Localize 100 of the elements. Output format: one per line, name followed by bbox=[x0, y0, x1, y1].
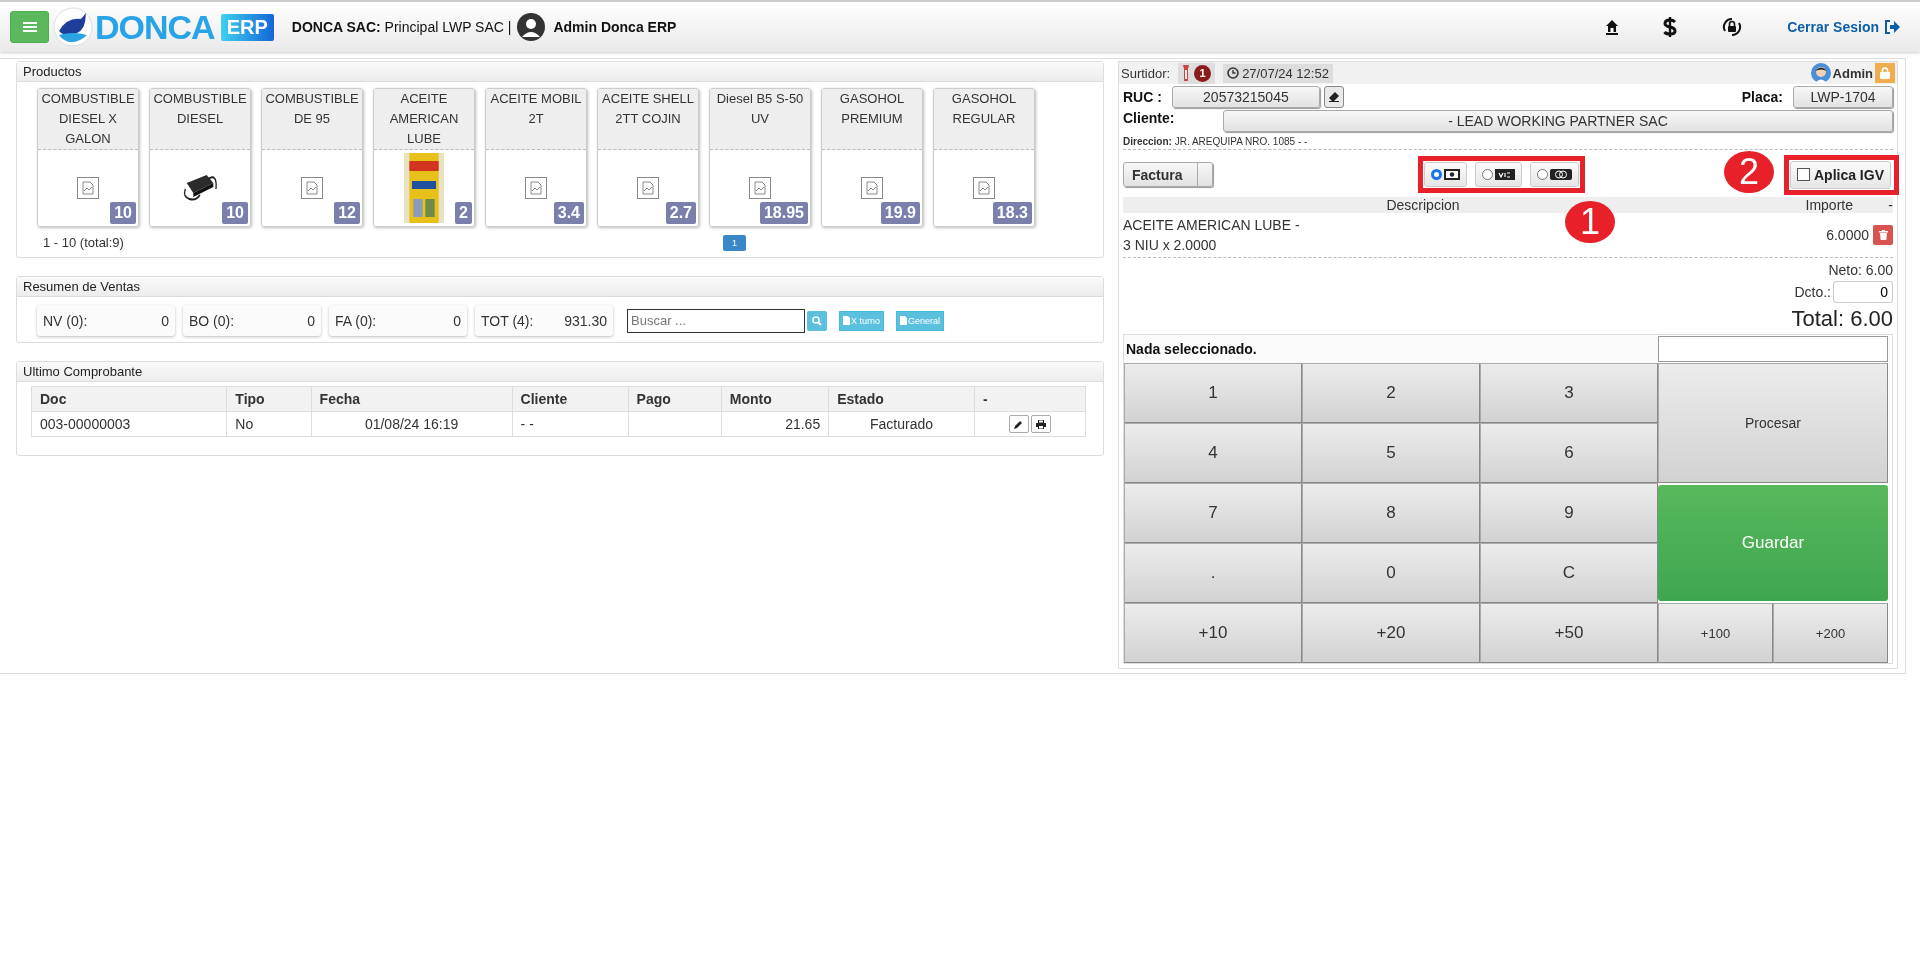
product-card[interactable]: ACEITE SHELL 2TT COJIN 2.7 bbox=[597, 88, 699, 227]
keypad-key[interactable]: . bbox=[1124, 543, 1302, 603]
stat-value: 0 bbox=[161, 312, 169, 329]
radio-button[interactable] bbox=[1537, 169, 1548, 180]
product-name: COMBUSTIBLE DIESEL X GALON bbox=[38, 89, 138, 150]
pencil-icon bbox=[1014, 419, 1024, 429]
checkbox[interactable] bbox=[1796, 168, 1810, 181]
product-name: GASOHOL REGULAR bbox=[934, 89, 1034, 150]
client-field[interactable]: - LEAD WORKING PARTNER SAC bbox=[1223, 110, 1893, 132]
broken-image-icon bbox=[77, 177, 99, 199]
cash-icon bbox=[1444, 169, 1460, 180]
stat-label: FA (0): bbox=[335, 312, 377, 329]
column-header: Estado bbox=[828, 386, 975, 412]
keypad-key[interactable]: 5 bbox=[1302, 423, 1480, 483]
price-badge: 2 bbox=[455, 202, 472, 224]
keypad-key[interactable]: +100 bbox=[1658, 603, 1773, 663]
keypad-key[interactable]: 3 bbox=[1480, 363, 1658, 423]
keypad-key[interactable]: 9 bbox=[1480, 483, 1658, 543]
table-cell: 21.65 bbox=[721, 411, 829, 437]
pump-label: Surtidor: bbox=[1121, 65, 1171, 81]
print-button[interactable] bbox=[1030, 415, 1051, 434]
keypad-key[interactable]: 6 bbox=[1480, 423, 1658, 483]
delete-button[interactable] bbox=[1873, 225, 1893, 245]
selection-status: Nada seleccionado. bbox=[1124, 335, 1658, 363]
price-badge: 10 bbox=[222, 202, 248, 224]
broken-image-icon bbox=[637, 177, 659, 199]
price-badge: 10 bbox=[110, 202, 136, 224]
table-cell: Facturado bbox=[828, 411, 975, 437]
broken-image-icon bbox=[749, 177, 771, 199]
product-name: ACEITE AMERICAN LUBE bbox=[374, 89, 474, 150]
keypad-key[interactable]: +10 bbox=[1124, 603, 1302, 663]
broken-image-icon bbox=[525, 177, 547, 199]
table-cell: - - bbox=[512, 411, 629, 437]
product-card[interactable]: Diesel B5 S-50 UV 18.95 bbox=[709, 88, 811, 227]
menu-button[interactable] bbox=[10, 11, 49, 43]
logout-link[interactable]: Cerrar Sesion bbox=[1787, 19, 1900, 35]
search-field[interactable]: Buscar ... bbox=[627, 308, 805, 333]
user-avatar-icon bbox=[1810, 63, 1831, 83]
clear-button[interactable] bbox=[1323, 86, 1344, 108]
broken-image-icon bbox=[301, 177, 323, 199]
product-card[interactable]: COMBUSTIBLE DIESEL 10 bbox=[149, 88, 251, 227]
process-button[interactable]: Procesar bbox=[1658, 363, 1888, 483]
table-cell: 01/08/24 16:19 bbox=[311, 411, 513, 437]
price-badge: 3.4 bbox=[553, 202, 584, 224]
page-button[interactable]: 1 bbox=[723, 235, 746, 251]
printer-icon bbox=[1035, 419, 1046, 429]
payment-option[interactable] bbox=[1424, 162, 1467, 187]
product-name: ACEITE MOBIL 2T bbox=[486, 89, 586, 150]
stat-label: BO (0): bbox=[189, 312, 235, 329]
pagination-info: 1 - 10 (total:9) bbox=[43, 234, 125, 250]
price-badge: 19.9 bbox=[880, 202, 920, 224]
product-card[interactable]: GASOHOL REGULAR 18.3 bbox=[933, 88, 1035, 227]
sign-out-icon bbox=[1884, 20, 1900, 34]
edit-button[interactable] bbox=[1008, 415, 1029, 434]
keypad-key[interactable]: 1 bbox=[1124, 363, 1302, 423]
keypad-key[interactable]: +20 bbox=[1302, 603, 1480, 663]
keypad-key[interactable]: 2 bbox=[1302, 363, 1480, 423]
address-text: Direccion: JR. AREQUIPA NRO. 1085 - - bbox=[1123, 132, 1893, 150]
keypad-key[interactable]: +200 bbox=[1773, 603, 1888, 663]
radio-button[interactable] bbox=[1431, 169, 1442, 180]
column-header: Cliente bbox=[512, 386, 629, 412]
clock-icon bbox=[1227, 67, 1240, 79]
search-icon bbox=[812, 315, 822, 326]
keypad-key[interactable]: +50 bbox=[1480, 603, 1658, 663]
keypad-key[interactable]: 0 bbox=[1302, 543, 1480, 603]
company-label: DONCA SAC: Principal LWP SAC | bbox=[291, 19, 512, 35]
product-card[interactable]: GASOHOL PREMIUM 19.9 bbox=[821, 88, 923, 227]
keypad-key[interactable]: 4 bbox=[1124, 423, 1302, 483]
product-card[interactable]: ACEITE MOBIL 2T 3.4 bbox=[485, 88, 587, 227]
home-icon[interactable] bbox=[1605, 19, 1620, 35]
product-card[interactable]: COMBUSTIBLE DIESEL X GALON 10 bbox=[37, 88, 139, 227]
column-header: - bbox=[974, 386, 1086, 412]
stat-value: 0 bbox=[307, 312, 315, 329]
discount-label: Dcto.: bbox=[1794, 284, 1831, 300]
ruc-field[interactable]: 20573215045 bbox=[1171, 86, 1320, 108]
keypad-key[interactable]: C bbox=[1480, 543, 1658, 603]
document-icon bbox=[900, 316, 908, 325]
brand-name: DONCA bbox=[95, 7, 215, 47]
pump-nozzle-icon bbox=[1182, 65, 1191, 81]
plate-field[interactable]: LWP-1704 bbox=[1793, 86, 1893, 108]
brand-tag: ERP bbox=[220, 13, 274, 41]
product-card[interactable]: ACEITE AMERICAN LUBE 2 bbox=[373, 88, 475, 227]
discount-field[interactable]: 0 bbox=[1833, 281, 1893, 303]
lock-refresh-icon[interactable] bbox=[1721, 17, 1744, 37]
igv-checkbox[interactable]: Aplica IGV bbox=[1789, 160, 1891, 189]
payment-option[interactable] bbox=[1530, 162, 1579, 187]
amount-field[interactable] bbox=[1658, 336, 1888, 362]
product-card[interactable]: COMBUSTIBLE DE 95 12 bbox=[261, 88, 363, 227]
keypad-key[interactable]: 8 bbox=[1302, 483, 1480, 543]
item-description: ACEITE AMERICAN LUBE - bbox=[1123, 217, 1300, 233]
pump-selector[interactable]: 1 bbox=[1178, 62, 1216, 84]
document-type-dropdown[interactable]: Factura bbox=[1123, 162, 1213, 187]
trash-icon bbox=[1878, 230, 1888, 240]
keypad-key[interactable]: 7 bbox=[1124, 483, 1302, 543]
credit-card-icon bbox=[1495, 169, 1515, 180]
price-badge: 18.95 bbox=[759, 202, 808, 224]
stat-value: 931.30 bbox=[564, 312, 607, 329]
radio-button[interactable] bbox=[1482, 169, 1493, 180]
dollar-icon[interactable] bbox=[1663, 17, 1678, 37]
payment-option[interactable] bbox=[1475, 162, 1522, 187]
